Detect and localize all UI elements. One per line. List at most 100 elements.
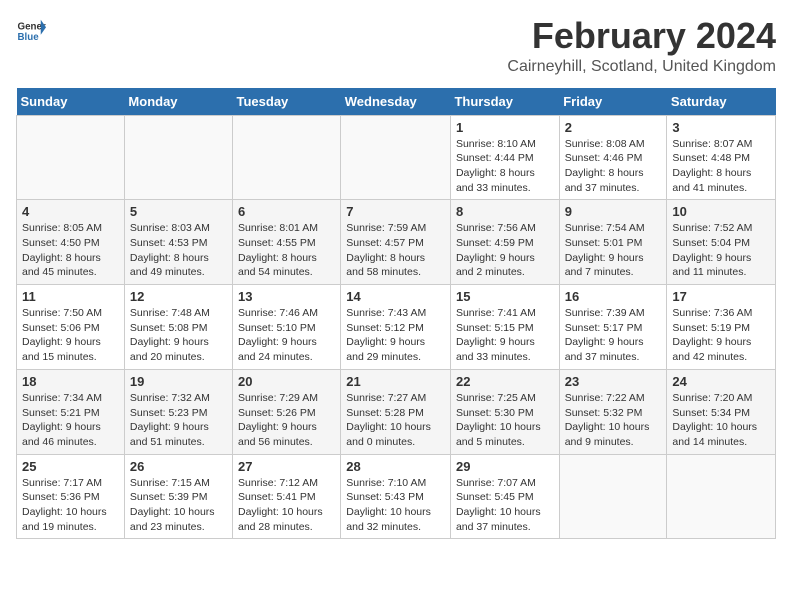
- calendar-cell: 23 Sunrise: 7:22 AM Sunset: 5:32 PM Dayli…: [559, 369, 667, 454]
- calendar-cell: [667, 454, 776, 539]
- calendar-cell: 5 Sunrise: 8:03 AM Sunset: 4:53 PM Daylig…: [124, 200, 232, 285]
- calendar-cell: 13 Sunrise: 7:46 AM Sunset: 5:10 PM Dayli…: [233, 285, 341, 370]
- header-friday: Friday: [559, 88, 667, 116]
- calendar-cell: 22 Sunrise: 7:25 AM Sunset: 5:30 PM Dayli…: [450, 369, 559, 454]
- calendar-cell: 25 Sunrise: 7:17 AM Sunset: 5:36 PM Dayli…: [17, 454, 125, 539]
- day-number: 7: [346, 204, 445, 219]
- calendar-cell: [124, 115, 232, 200]
- day-number: 22: [456, 374, 554, 389]
- calendar-cell: 24 Sunrise: 7:20 AM Sunset: 5:34 PM Dayli…: [667, 369, 776, 454]
- day-number: 8: [456, 204, 554, 219]
- day-number: 17: [672, 289, 770, 304]
- day-number: 29: [456, 459, 554, 474]
- calendar-cell: 29 Sunrise: 7:07 AM Sunset: 5:45 PM Dayli…: [450, 454, 559, 539]
- calendar-cell: 14Sunrise: 7:43 AM Sunset: 5:12 PM Dayli…: [341, 285, 451, 370]
- cell-content: Sunrise: 7:50 AM Sunset: 5:06 PM Dayligh…: [22, 306, 119, 365]
- cell-content: Sunrise: 7:32 AM Sunset: 5:23 PM Dayligh…: [130, 391, 227, 450]
- calendar-week-5: 25 Sunrise: 7:17 AM Sunset: 5:36 PM Dayli…: [17, 454, 776, 539]
- calendar-cell: 9 Sunrise: 7:54 AM Sunset: 5:01 PM Daylig…: [559, 200, 667, 285]
- calendar-cell: 18 Sunrise: 7:34 AM Sunset: 5:21 PM Dayli…: [17, 369, 125, 454]
- day-number: 28: [346, 459, 445, 474]
- calendar-cell: 19 Sunrise: 7:32 AM Sunset: 5:23 PM Dayli…: [124, 369, 232, 454]
- calendar-cell: 7 Sunrise: 7:59 AM Sunset: 4:57 PM Daylig…: [341, 200, 451, 285]
- day-number: 18: [22, 374, 119, 389]
- header-saturday: Saturday: [667, 88, 776, 116]
- day-number: 10: [672, 204, 770, 219]
- calendar-cell: 16 Sunrise: 7:39 AM Sunset: 5:17 PM Dayli…: [559, 285, 667, 370]
- calendar-cell: [233, 115, 341, 200]
- cell-content: Sunrise: 7:59 AM Sunset: 4:57 PM Dayligh…: [346, 221, 445, 280]
- day-number: 2: [565, 120, 662, 135]
- title-section: February 2024 Cairneyhill, Scotland, Uni…: [507, 16, 776, 76]
- calendar-cell: 4Sunrise: 8:05 AM Sunset: 4:50 PM Daylig…: [17, 200, 125, 285]
- calendar-cell: 20Sunrise: 7:29 AM Sunset: 5:26 PM Dayli…: [233, 369, 341, 454]
- day-number: 21: [346, 374, 445, 389]
- calendar-cell: 8 Sunrise: 7:56 AM Sunset: 4:59 PM Daylig…: [450, 200, 559, 285]
- cell-content: Sunrise: 7:52 AM Sunset: 5:04 PM Dayligh…: [672, 221, 770, 280]
- day-number: 9: [565, 204, 662, 219]
- cell-content: Sunrise: 7:56 AM Sunset: 4:59 PM Dayligh…: [456, 221, 554, 280]
- cell-content: Sunrise: 7:27 AM Sunset: 5:28 PM Dayligh…: [346, 391, 445, 450]
- calendar-cell: 6Sunrise: 8:01 AM Sunset: 4:55 PM Daylig…: [233, 200, 341, 285]
- cell-content: Sunrise: 8:10 AM Sunset: 4:44 PM Dayligh…: [456, 137, 554, 196]
- cell-content: Sunrise: 7:25 AM Sunset: 5:30 PM Dayligh…: [456, 391, 554, 450]
- header-tuesday: Tuesday: [233, 88, 341, 116]
- calendar-week-2: 4Sunrise: 8:05 AM Sunset: 4:50 PM Daylig…: [17, 200, 776, 285]
- calendar-body: 1Sunrise: 8:10 AM Sunset: 4:44 PM Daylig…: [17, 115, 776, 539]
- day-number: 26: [130, 459, 227, 474]
- calendar-week-3: 11 Sunrise: 7:50 AM Sunset: 5:06 PM Dayli…: [17, 285, 776, 370]
- page-header: General Blue February 2024 Cairneyhill, …: [16, 16, 776, 76]
- calendar-cell: 11 Sunrise: 7:50 AM Sunset: 5:06 PM Dayli…: [17, 285, 125, 370]
- calendar-cell: 15 Sunrise: 7:41 AM Sunset: 5:15 PM Dayli…: [450, 285, 559, 370]
- day-number: 16: [565, 289, 662, 304]
- cell-content: Sunrise: 7:46 AM Sunset: 5:10 PM Dayligh…: [238, 306, 335, 365]
- day-number: 25: [22, 459, 119, 474]
- calendar-title: February 2024: [507, 16, 776, 56]
- calendar-cell: 21 Sunrise: 7:27 AM Sunset: 5:28 PM Dayli…: [341, 369, 451, 454]
- day-number: 11: [22, 289, 119, 304]
- cell-content: Sunrise: 8:08 AM Sunset: 4:46 PM Dayligh…: [565, 137, 662, 196]
- calendar-cell: 10 Sunrise: 7:52 AM Sunset: 5:04 PM Dayli…: [667, 200, 776, 285]
- day-number: 24: [672, 374, 770, 389]
- calendar-cell: [341, 115, 451, 200]
- day-number: 14: [346, 289, 445, 304]
- cell-content: Sunrise: 8:03 AM Sunset: 4:53 PM Dayligh…: [130, 221, 227, 280]
- day-number: 15: [456, 289, 554, 304]
- day-number: 6: [238, 204, 335, 219]
- logo-icon: General Blue: [16, 16, 46, 46]
- day-number: 13: [238, 289, 335, 304]
- calendar-cell: [17, 115, 125, 200]
- cell-content: Sunrise: 8:07 AM Sunset: 4:48 PM Dayligh…: [672, 137, 770, 196]
- day-number: 23: [565, 374, 662, 389]
- cell-content: Sunrise: 7:34 AM Sunset: 5:21 PM Dayligh…: [22, 391, 119, 450]
- svg-text:Blue: Blue: [18, 32, 40, 43]
- cell-content: Sunrise: 7:41 AM Sunset: 5:15 PM Dayligh…: [456, 306, 554, 365]
- day-number: 3: [672, 120, 770, 135]
- cell-content: Sunrise: 7:48 AM Sunset: 5:08 PM Dayligh…: [130, 306, 227, 365]
- day-number: 20: [238, 374, 335, 389]
- cell-content: Sunrise: 7:12 AM Sunset: 5:41 PM Dayligh…: [238, 476, 335, 535]
- logo: General Blue: [16, 16, 46, 46]
- day-number: 5: [130, 204, 227, 219]
- day-number: 19: [130, 374, 227, 389]
- day-number: 27: [238, 459, 335, 474]
- cell-content: Sunrise: 7:36 AM Sunset: 5:19 PM Dayligh…: [672, 306, 770, 365]
- header-monday: Monday: [124, 88, 232, 116]
- calendar-cell: 17 Sunrise: 7:36 AM Sunset: 5:19 PM Dayli…: [667, 285, 776, 370]
- calendar-table: Sunday Monday Tuesday Wednesday Thursday…: [16, 88, 776, 540]
- header-sunday: Sunday: [17, 88, 125, 116]
- calendar-week-1: 1Sunrise: 8:10 AM Sunset: 4:44 PM Daylig…: [17, 115, 776, 200]
- calendar-cell: 27 Sunrise: 7:12 AM Sunset: 5:41 PM Dayli…: [233, 454, 341, 539]
- cell-content: Sunrise: 7:39 AM Sunset: 5:17 PM Dayligh…: [565, 306, 662, 365]
- cell-content: Sunrise: 7:20 AM Sunset: 5:34 PM Dayligh…: [672, 391, 770, 450]
- cell-content: Sunrise: 7:17 AM Sunset: 5:36 PM Dayligh…: [22, 476, 119, 535]
- calendar-cell: 28Sunrise: 7:10 AM Sunset: 5:43 PM Dayli…: [341, 454, 451, 539]
- cell-content: Sunrise: 7:54 AM Sunset: 5:01 PM Dayligh…: [565, 221, 662, 280]
- cell-content: Sunrise: 7:22 AM Sunset: 5:32 PM Dayligh…: [565, 391, 662, 450]
- calendar-cell: 1Sunrise: 8:10 AM Sunset: 4:44 PM Daylig…: [450, 115, 559, 200]
- day-number: 12: [130, 289, 227, 304]
- header-thursday: Thursday: [450, 88, 559, 116]
- cell-content: Sunrise: 7:07 AM Sunset: 5:45 PM Dayligh…: [456, 476, 554, 535]
- day-number: 4: [22, 204, 119, 219]
- calendar-cell: 3 Sunrise: 8:07 AM Sunset: 4:48 PM Daylig…: [667, 115, 776, 200]
